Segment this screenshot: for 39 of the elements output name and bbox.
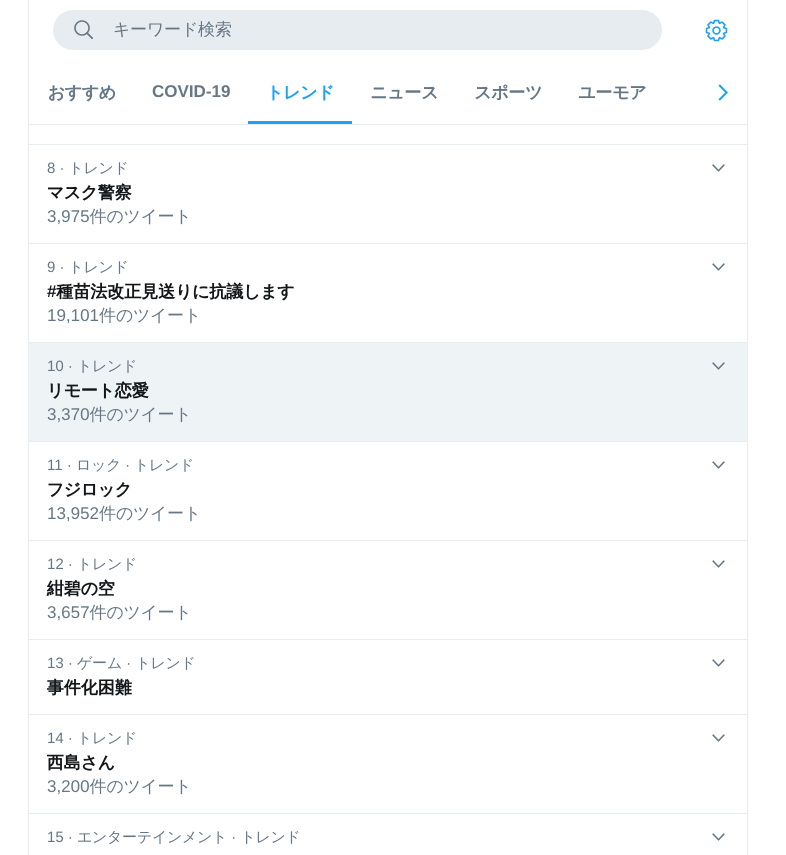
trend-title: 紺碧の空	[47, 578, 115, 600]
trend-title: リモート恋愛	[47, 380, 149, 402]
trend-context: 10 · トレンド	[47, 357, 138, 377]
tab[interactable]: おすすめ	[30, 60, 134, 124]
trend-context: 15 · エンターテインメント · トレンド	[47, 828, 300, 848]
settings-icon[interactable]	[705, 18, 728, 42]
tab[interactable]: ユーモア	[560, 60, 664, 124]
tweet-count: 13,952件のツイート	[47, 503, 201, 525]
trend-context: 14 · トレンド	[47, 729, 138, 749]
tab[interactable]: COVID-19	[134, 60, 248, 124]
chevron-down-icon[interactable]	[712, 833, 725, 841]
tweet-count: 19,101件のツイート	[47, 305, 201, 327]
tab[interactable]: ニュース	[352, 60, 456, 124]
trend-title: フジロック	[47, 479, 132, 501]
trend-context: 9 · トレンド	[47, 258, 129, 278]
trend-title: 事件化困難	[47, 677, 132, 699]
chevron-down-icon[interactable]	[712, 734, 725, 742]
tweet-count: 3,975件のツイート	[47, 206, 192, 228]
tweet-count: 3,370件のツイート	[47, 404, 192, 426]
trend-title: #種苗法改正見送りに抗議します	[47, 281, 294, 303]
tweet-count: 3,657件のツイート	[47, 602, 192, 624]
chevron-down-icon[interactable]	[712, 164, 725, 172]
chevron-down-icon[interactable]	[712, 263, 725, 271]
chevron-down-icon[interactable]	[712, 659, 725, 667]
chevron-down-icon[interactable]	[712, 560, 725, 568]
chevron-down-icon[interactable]	[712, 461, 725, 469]
tweet-count: 3,200件のツイート	[47, 776, 192, 798]
trend-context: 13 · ゲーム · トレンド	[47, 654, 196, 674]
chevron-right-icon[interactable]	[718, 84, 728, 100]
trend-context: 8 · トレンド	[47, 159, 129, 179]
tab[interactable]: スポーツ	[456, 60, 560, 124]
trend-title: 西島さん	[47, 752, 115, 774]
search-field[interactable]: キーワード検索	[53, 10, 662, 50]
trend-context: 12 · トレンド	[47, 555, 138, 575]
trend-item[interactable]: 10 · トレンド リモート恋愛 3,370件のツイート	[29, 343, 747, 442]
chevron-down-icon[interactable]	[712, 362, 725, 370]
trend-context: 11 · ロック · トレンド	[47, 456, 194, 476]
search-icon	[74, 20, 93, 39]
trend-title: マスク警察	[47, 182, 132, 204]
